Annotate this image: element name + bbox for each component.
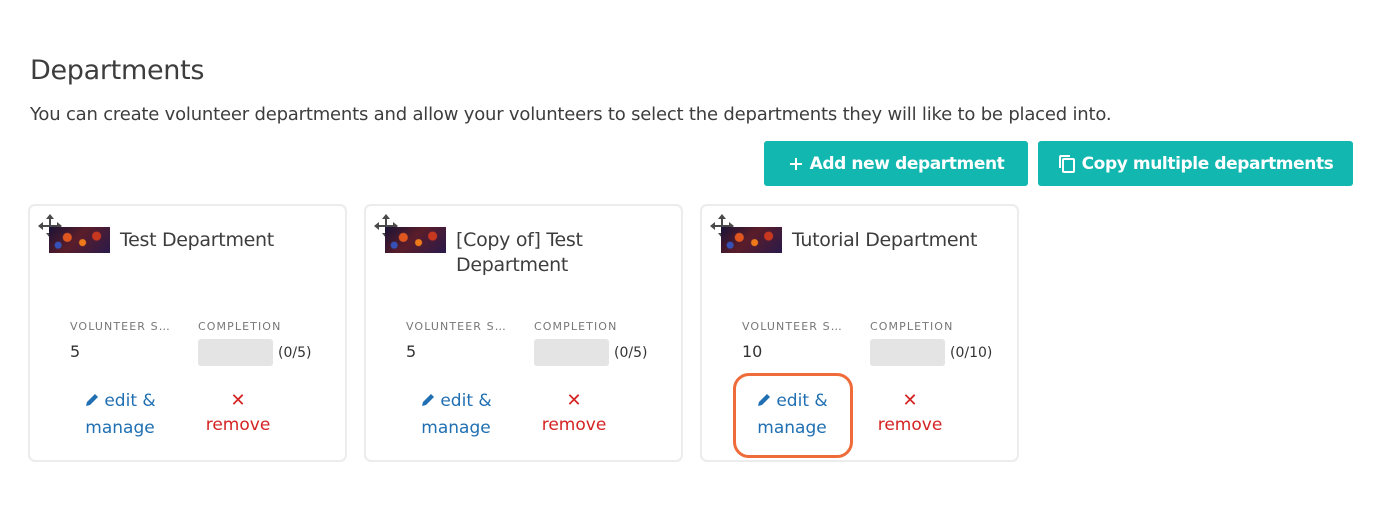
completion-label: COMPLETION: [198, 320, 282, 333]
completion-bar: [534, 339, 609, 366]
department-thumbnail: [49, 227, 110, 253]
department-card: Test Department VOLUNTEER SLOTS COMPLETI…: [28, 204, 347, 462]
copy-departments-button[interactable]: Copy multiple departments: [1038, 141, 1353, 186]
plus-icon: [788, 156, 804, 172]
remove-link[interactable]: ✕ remove: [534, 389, 614, 438]
department-thumbnail: [385, 227, 446, 253]
volunteer-slots-label: VOLUNTEER SLOTS: [742, 320, 847, 333]
copy-icon: [1058, 154, 1076, 174]
completion-count: (0/5): [278, 345, 312, 361]
completion-label: COMPLETION: [534, 320, 618, 333]
completion-bar: [198, 339, 273, 366]
remove-link[interactable]: ✕ remove: [198, 389, 278, 438]
add-department-label: Add new department: [809, 153, 1005, 174]
volunteer-slots-label: VOLUNTEER SLOTS: [70, 320, 175, 333]
remove-label: remove: [205, 415, 271, 435]
department-thumbnail: [721, 227, 782, 253]
volunteer-slots-value: 5: [406, 342, 417, 361]
remove-label: remove: [541, 415, 607, 435]
close-icon: ✕: [902, 390, 918, 411]
department-card: [Copy of] Test Department VOLUNTEER SLOT…: [364, 204, 683, 462]
pencil-icon: [420, 391, 436, 416]
completion-bar: [870, 339, 945, 366]
department-card: Tutorial Department VOLUNTEER SLOTS COMP…: [700, 204, 1019, 462]
department-name: Tutorial Department: [792, 229, 978, 251]
pencil-icon: [756, 391, 772, 416]
volunteer-slots-value: 5: [70, 342, 81, 361]
edit-manage-link[interactable]: edit & manage: [742, 389, 842, 441]
page-title: Departments: [30, 55, 205, 86]
department-name: [Copy of] Test Department: [456, 229, 583, 276]
department-name: Test Department: [120, 229, 274, 251]
add-department-button[interactable]: Add new department: [764, 141, 1028, 186]
edit-manage-link[interactable]: edit & manage: [406, 389, 506, 441]
completion-label: COMPLETION: [870, 320, 954, 333]
pencil-icon: [84, 391, 100, 416]
close-icon: ✕: [566, 390, 582, 411]
volunteer-slots-label: VOLUNTEER SLOTS: [406, 320, 511, 333]
copy-departments-label: Copy multiple departments: [1081, 153, 1334, 174]
remove-link[interactable]: ✕ remove: [870, 389, 950, 438]
completion-count: (0/10): [950, 345, 993, 361]
edit-manage-link[interactable]: edit & manage: [70, 389, 170, 441]
page-description: You can create volunteer departments and…: [30, 104, 1112, 125]
remove-label: remove: [877, 415, 943, 435]
volunteer-slots-value: 10: [742, 342, 763, 361]
close-icon: ✕: [230, 390, 246, 411]
completion-count: (0/5): [614, 345, 648, 361]
